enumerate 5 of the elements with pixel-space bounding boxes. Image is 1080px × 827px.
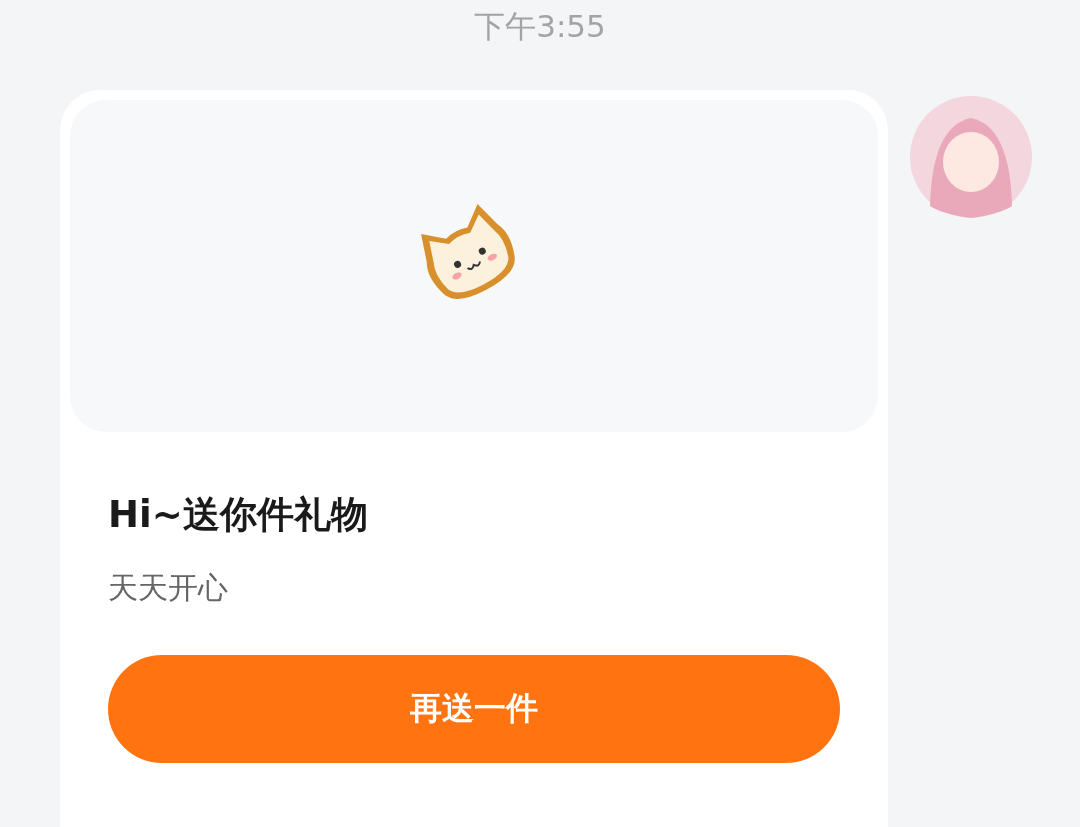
gift-message: 天天开心 xyxy=(108,569,229,607)
timestamp: 下午3:55 xyxy=(473,7,607,46)
send-again-button[interactable]: 再送一件 xyxy=(108,655,840,763)
avatar-icon[interactable] xyxy=(910,96,1032,218)
gift-title: Hi~送你件礼物 xyxy=(108,492,369,538)
